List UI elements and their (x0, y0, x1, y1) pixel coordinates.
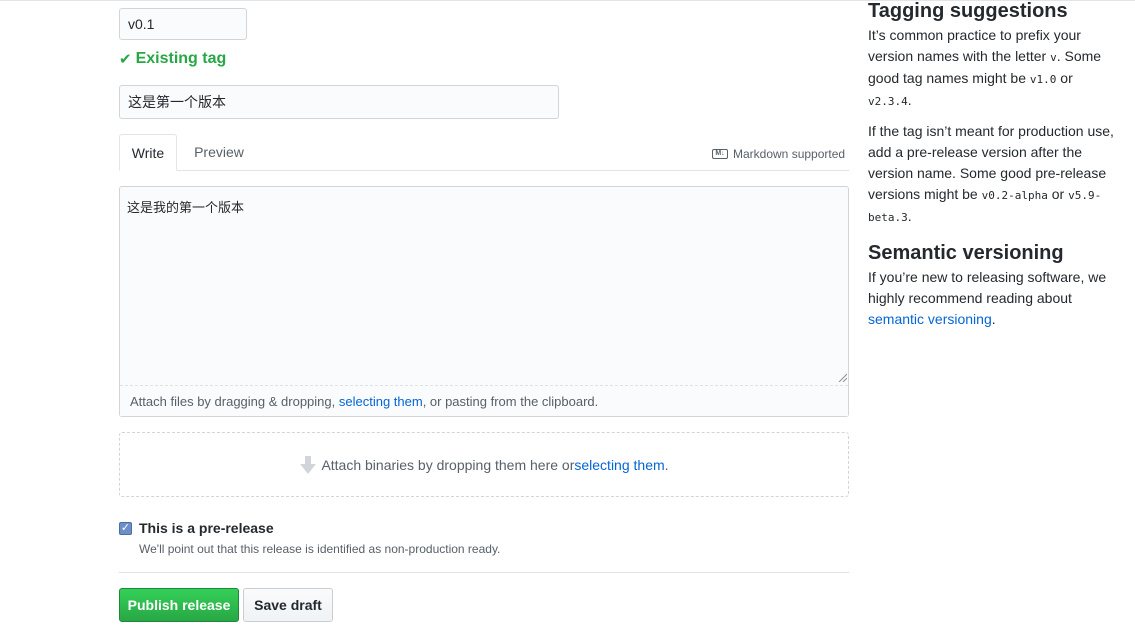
tagging-p1-text3: or (1056, 70, 1073, 86)
release-body-text: 这是我的第一个版本 (127, 200, 245, 215)
publish-release-button[interactable]: Publish release (119, 588, 239, 622)
release-body-textarea[interactable] (119, 186, 849, 417)
tab-write[interactable]: Write (119, 134, 177, 171)
release-title-input[interactable]: 这是第一个版本 (119, 85, 559, 119)
tagging-paragraph-1: It’s common practice to prefix your vers… (868, 25, 1118, 112)
attach-binaries-dropzone[interactable]: Attach binaries by dropping them here or… (119, 432, 849, 497)
prerelease-note: We'll point out that this release is ide… (139, 542, 501, 556)
tagging-p1-text1: It’s common practice to prefix your vers… (868, 27, 1081, 64)
semver-paragraph: If you’re new to releasing software, we … (868, 267, 1118, 330)
tab-preview[interactable]: Preview (183, 134, 255, 171)
attach-binaries-suffix: . (664, 456, 669, 473)
save-draft-button[interactable]: Save draft (243, 588, 333, 622)
check-icon: ✔ (119, 51, 132, 68)
tag-version-input[interactable]: v0.1 (119, 8, 247, 40)
tagging-suggestions-heading: Tagging suggestions (868, 0, 1068, 22)
attach-files-suffix: , or pasting from the clipboard. (422, 394, 599, 409)
prerelease-label[interactable]: This is a pre-release (139, 520, 274, 536)
tagging-p2-code-alpha: v0.2-alpha (981, 189, 1048, 202)
resize-grip-icon[interactable] (838, 373, 847, 382)
form-divider (119, 572, 849, 573)
tagging-p1-code-v: v (1050, 51, 1057, 64)
semantic-versioning-heading: Semantic versioning (868, 242, 1064, 264)
tagging-p1-code-v1: v1.0 (1029, 73, 1057, 86)
attach-binaries-select-link[interactable]: selecting them (574, 457, 664, 473)
attach-binaries-text: Attach binaries by dropping them here or (321, 456, 575, 473)
tagging-p1-text4: . (907, 92, 912, 108)
semver-text2: . (991, 311, 996, 327)
tagging-p1-code-v234: v2.3.4 (868, 95, 908, 108)
tagging-suggestions-section: Tagging suggestions It’s common practice… (868, 0, 1118, 330)
tagging-p2-text2: or (1047, 186, 1069, 202)
existing-tag-status: ✔ Existing tag (119, 48, 226, 70)
existing-tag-label: Existing tag (135, 50, 227, 67)
semantic-versioning-link[interactable]: semantic versioning (868, 311, 992, 327)
attach-files-bar[interactable]: Attach files by dragging & dropping, sel… (120, 385, 848, 416)
prerelease-checkbox[interactable]: ✓ (119, 522, 132, 535)
attach-files-text: Attach files by dragging & dropping, (130, 394, 339, 409)
tagging-p2-text3: . (907, 208, 912, 224)
semver-text1: If you’re new to releasing software, we … (868, 269, 1107, 306)
arrow-down-icon (299, 455, 317, 475)
tagging-paragraph-2: If the tag isn’t meant for production us… (868, 121, 1118, 228)
markdown-supported-link[interactable]: M↓ Markdown supported (712, 146, 845, 162)
markdown-icon: M↓ (712, 149, 728, 159)
markdown-supported-label: Markdown supported (733, 147, 846, 161)
attach-files-select-link[interactable]: selecting them (339, 394, 423, 409)
